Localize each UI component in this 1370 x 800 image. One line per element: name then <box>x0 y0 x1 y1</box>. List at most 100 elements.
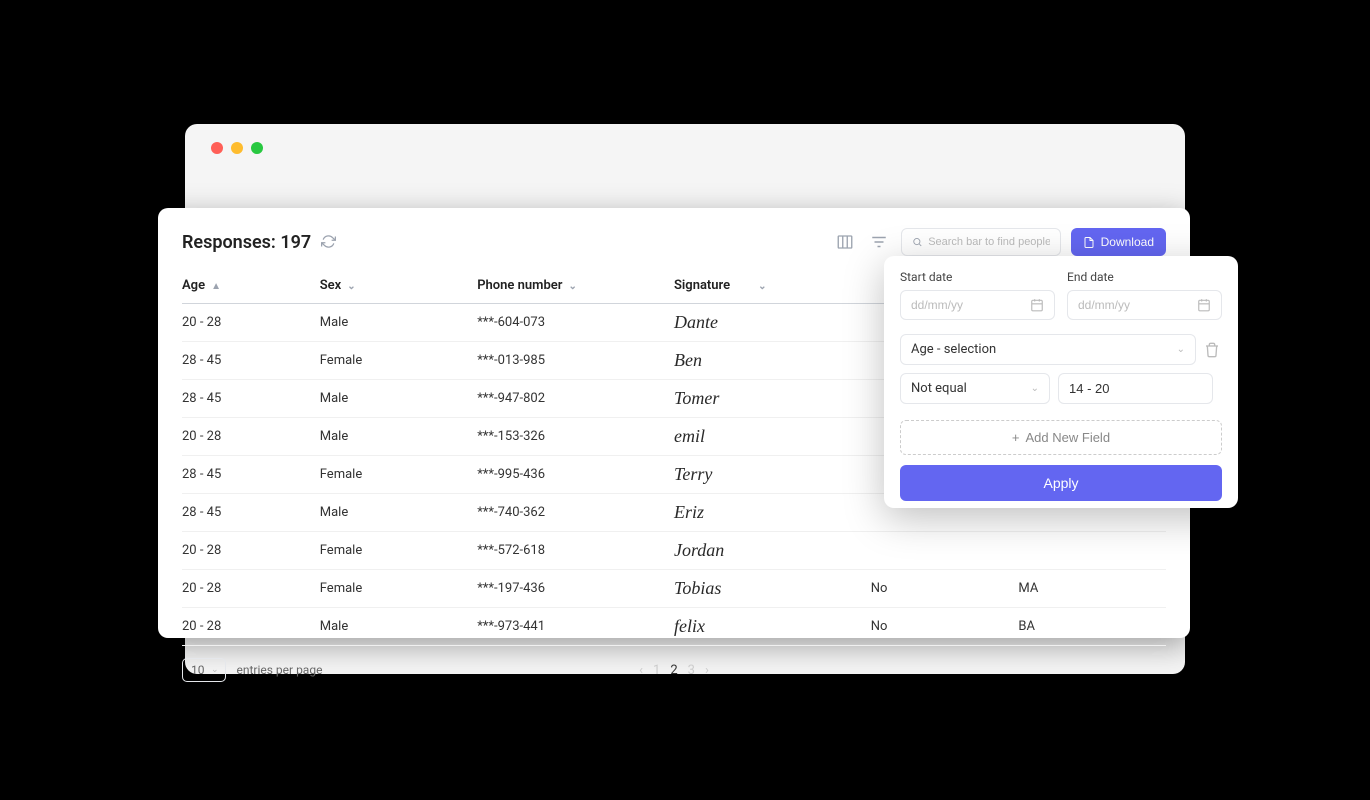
cell-age: 20 - 28 <box>182 304 320 342</box>
cell-5 <box>871 532 1019 570</box>
cell-sex: Male <box>320 494 477 532</box>
sort-asc-icon: ▲ <box>211 281 221 292</box>
filter-icon[interactable] <box>867 230 891 254</box>
cell-6 <box>1018 532 1166 570</box>
cell-phone: ***-973-441 <box>477 608 674 646</box>
page-2[interactable]: 2 <box>670 663 677 678</box>
start-date-input[interactable] <box>900 290 1055 320</box>
cell-signature: Jordan <box>674 532 871 570</box>
cell-sex: Female <box>320 456 477 494</box>
table-row: 20 - 28Female***-572-618Jordan <box>182 532 1166 570</box>
columns-icon[interactable] <box>833 230 857 254</box>
col-age[interactable]: Age▲ <box>182 268 320 304</box>
end-date-input[interactable] <box>1067 290 1222 320</box>
date-range-row: Start date End date <box>900 270 1222 320</box>
search-box[interactable] <box>901 228 1061 256</box>
search-input[interactable] <box>928 236 1049 248</box>
cell-phone: ***-947-802 <box>477 380 674 418</box>
cell-age: 20 - 28 <box>182 570 320 608</box>
cell-sex: Female <box>320 570 477 608</box>
page-prev[interactable]: ‹ <box>639 663 643 678</box>
trash-icon[interactable] <box>1204 342 1222 358</box>
cell-phone: ***-197-436 <box>477 570 674 608</box>
cell-6: MA <box>1018 570 1166 608</box>
cell-signature: Dante <box>674 304 871 342</box>
window-controls <box>185 124 1185 154</box>
header-right: Download <box>833 228 1166 256</box>
field-select[interactable]: Age - selection ⌄ <box>900 334 1196 365</box>
chevron-down-icon: ⌄ <box>758 281 766 292</box>
cell-age: 20 - 28 <box>182 608 320 646</box>
chevron-down-icon: ⌄ <box>1031 383 1039 394</box>
entries-per-page: 10 ⌄ entries per page <box>182 658 322 682</box>
responses-title: Responses: 197 <box>182 232 311 253</box>
entries-label: entries per page <box>236 663 322 677</box>
cell-signature: Tobias <box>674 570 871 608</box>
download-label: Download <box>1101 235 1154 249</box>
cell-sex: Male <box>320 304 477 342</box>
cell-signature: felix <box>674 608 871 646</box>
cell-age: 28 - 45 <box>182 494 320 532</box>
window-close-icon[interactable] <box>211 142 223 154</box>
calendar-icon <box>1197 298 1211 312</box>
cell-phone: ***-995-436 <box>477 456 674 494</box>
cell-sex: Male <box>320 608 477 646</box>
add-field-button[interactable]: + Add New Field <box>900 420 1222 455</box>
refresh-icon[interactable] <box>321 234 337 250</box>
cell-phone: ***-572-618 <box>477 532 674 570</box>
cell-age: 28 - 45 <box>182 342 320 380</box>
end-date-label: End date <box>1067 270 1222 284</box>
cell-age: 20 - 28 <box>182 418 320 456</box>
cell-signature: emil <box>674 418 871 456</box>
page-1[interactable]: 1 <box>653 663 660 678</box>
cell-age: 20 - 28 <box>182 532 320 570</box>
cell-age: 28 - 45 <box>182 456 320 494</box>
chevron-down-icon: ⌄ <box>568 281 576 292</box>
window-maximize-icon[interactable] <box>251 142 263 154</box>
cell-sex: Male <box>320 380 477 418</box>
entries-select[interactable]: 10 ⌄ <box>182 658 226 682</box>
cell-phone: ***-740-362 <box>477 494 674 532</box>
start-date-label: Start date <box>900 270 1055 284</box>
filter-panel: Start date End date Age - selection ⌄ <box>884 256 1238 508</box>
download-button[interactable]: Download <box>1071 228 1166 256</box>
apply-button[interactable]: Apply <box>900 465 1222 501</box>
cell-5: No <box>871 608 1019 646</box>
cell-phone: ***-013-985 <box>477 342 674 380</box>
col-sex[interactable]: Sex⌄ <box>320 268 477 304</box>
cell-6: BA <box>1018 608 1166 646</box>
card-header: Responses: 197 Download <box>182 228 1166 256</box>
page-next[interactable]: › <box>705 663 709 678</box>
col-signature[interactable]: Signature⌄ <box>674 268 871 304</box>
card-footer: 10 ⌄ entries per page ‹ 1 2 3 › <box>182 658 1166 682</box>
chevron-down-icon: ⌄ <box>347 281 355 292</box>
end-date-group: End date <box>1067 270 1222 320</box>
cell-signature: Tomer <box>674 380 871 418</box>
cell-signature: Terry <box>674 456 871 494</box>
table-row: 20 - 28Female***-197-436TobiasNoMA <box>182 570 1166 608</box>
plus-icon: + <box>1012 430 1020 445</box>
chevron-down-icon: ⌄ <box>211 665 219 675</box>
table-row: 20 - 28Male***-973-441felixNoBA <box>182 608 1166 646</box>
filter-value-input[interactable] <box>1058 373 1213 404</box>
window-minimize-icon[interactable] <box>231 142 243 154</box>
calendar-icon <box>1030 298 1044 312</box>
filter-condition-row: Not equal ⌄ <box>900 373 1222 404</box>
cell-signature: Ben <box>674 342 871 380</box>
operator-select[interactable]: Not equal ⌄ <box>900 373 1050 404</box>
page-3[interactable]: 3 <box>688 663 695 678</box>
cell-sex: Female <box>320 342 477 380</box>
title-prefix: Responses: <box>182 232 276 253</box>
cell-phone: ***-153-326 <box>477 418 674 456</box>
header-left: Responses: 197 <box>182 232 337 253</box>
chevron-down-icon: ⌄ <box>1177 344 1185 355</box>
cell-sex: Male <box>320 418 477 456</box>
cell-5: No <box>871 570 1019 608</box>
cell-phone: ***-604-073 <box>477 304 674 342</box>
col-phone[interactable]: Phone number⌄ <box>477 268 674 304</box>
pagination: ‹ 1 2 3 › <box>639 663 709 678</box>
filter-field-row: Age - selection ⌄ <box>900 334 1222 365</box>
start-date-group: Start date <box>900 270 1055 320</box>
cell-age: 28 - 45 <box>182 380 320 418</box>
cell-sex: Female <box>320 532 477 570</box>
